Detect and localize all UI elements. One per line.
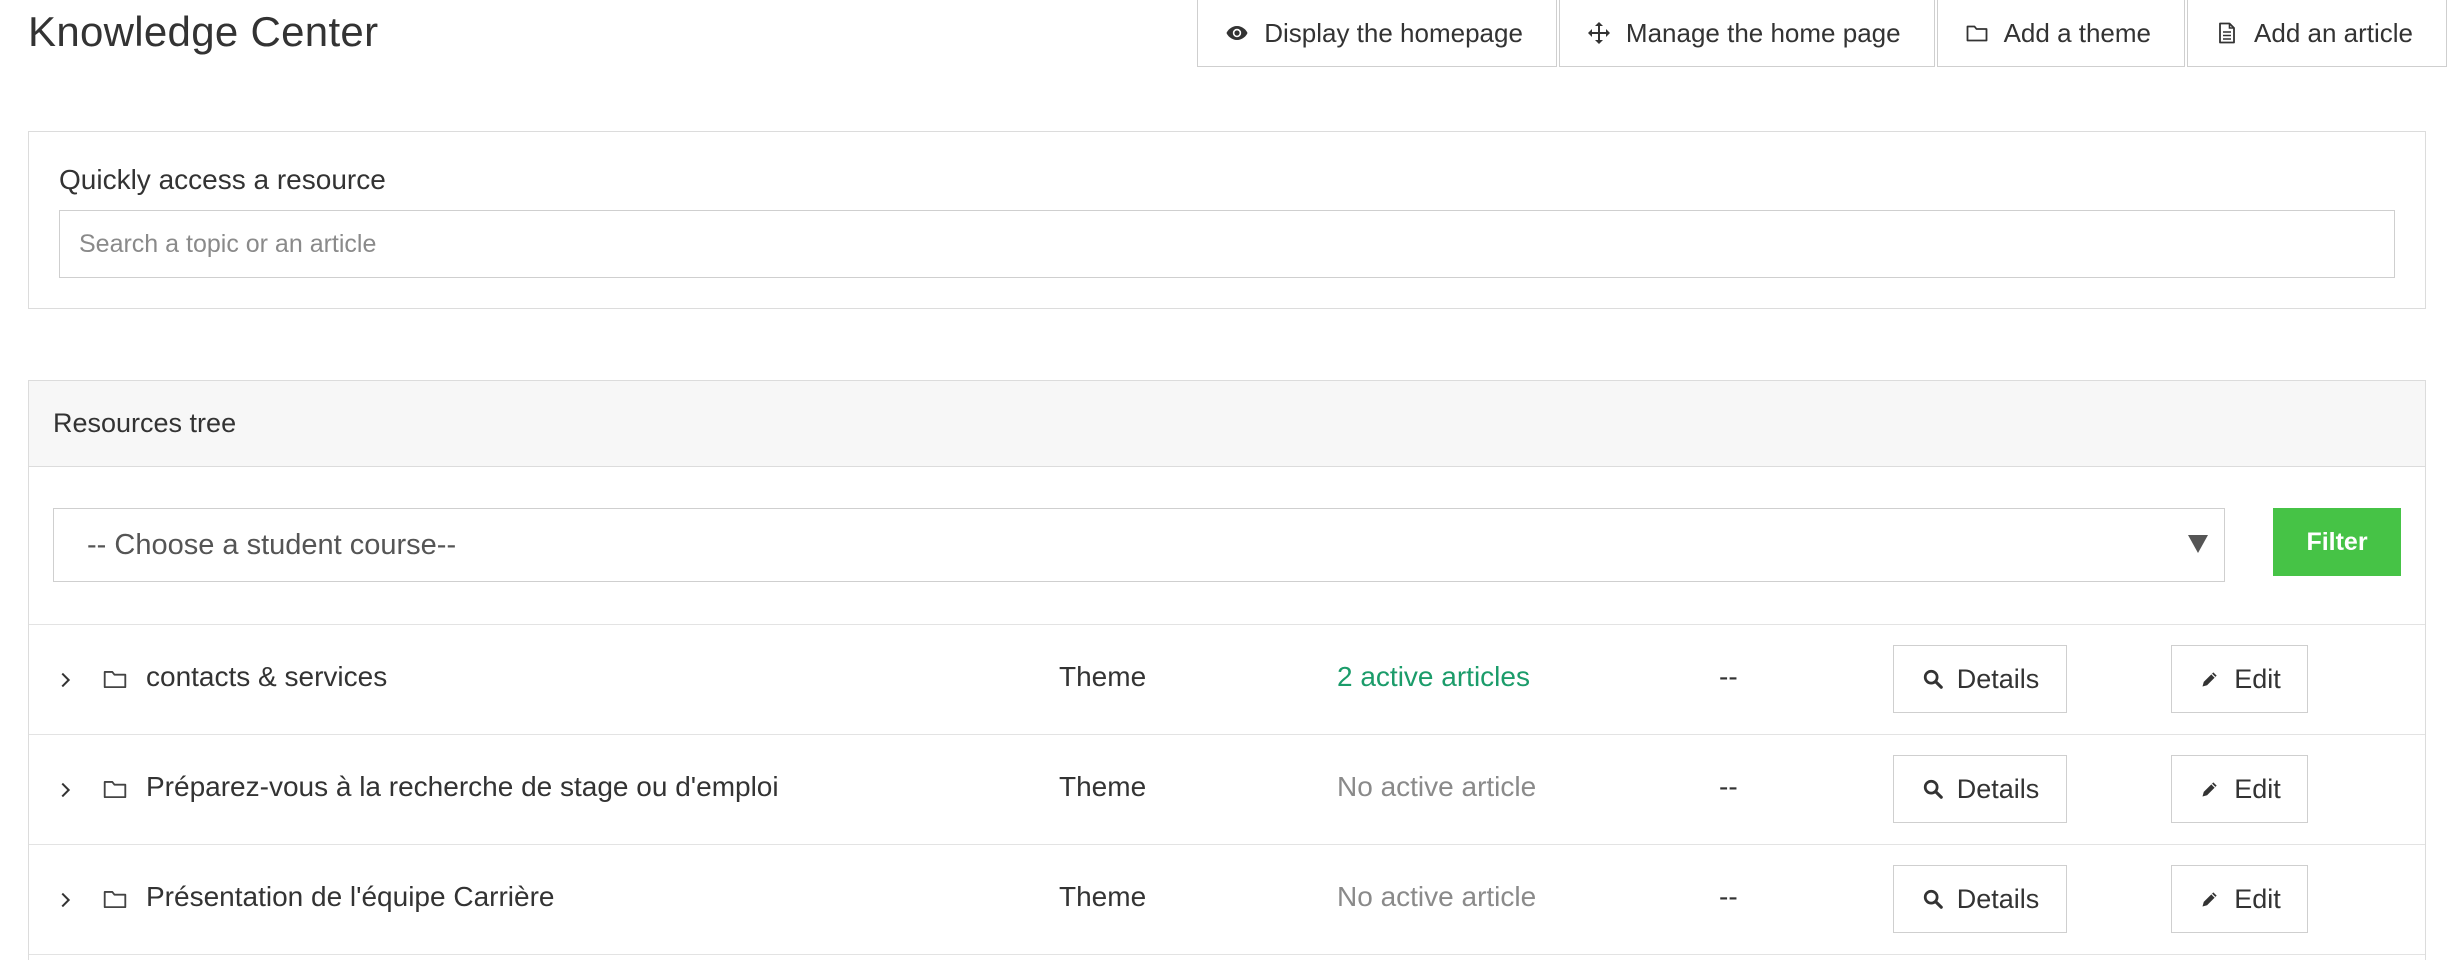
eye-icon [1224, 20, 1250, 46]
details-button[interactable]: Details [1893, 755, 2067, 823]
extra-value: -- [1719, 661, 1738, 692]
expand-chevron-icon[interactable] [50, 775, 80, 805]
add-theme-button[interactable]: Add a theme [1936, 0, 2186, 67]
filter-row: -- Choose a student course-- Filter [29, 467, 2425, 625]
search-icon [1921, 667, 1945, 691]
pencil-icon [2198, 777, 2222, 801]
search-icon [1921, 777, 1945, 801]
extra-value: -- [1719, 771, 1738, 802]
pencil-icon [2198, 667, 2222, 691]
header-toolbar: Display the homepage Manage the home pag… [1195, 0, 2447, 67]
folder-icon [1964, 20, 1990, 46]
search-icon [1921, 887, 1945, 911]
active-articles-count: No active article [1337, 881, 1537, 912]
document-icon [2214, 20, 2240, 46]
folder-icon [99, 663, 131, 695]
edit-button[interactable]: Edit [2171, 865, 2308, 933]
tree-row: contacts & services Theme 2 active artic… [29, 625, 2425, 735]
expand-chevron-icon[interactable] [50, 885, 80, 915]
folder-icon [99, 883, 131, 915]
manage-homepage-button[interactable]: Manage the home page [1558, 0, 1935, 67]
details-button[interactable]: Details [1893, 865, 2067, 933]
page-title: Knowledge Center [28, 8, 379, 55]
add-article-button[interactable]: Add an article [2187, 0, 2447, 67]
resource-type: Theme [1059, 881, 1147, 912]
course-select-value: -- Choose a student course-- [87, 528, 457, 561]
theme-name: Préparez-vous à la recherche de stage ou… [146, 771, 779, 802]
course-select[interactable]: -- Choose a student course-- [53, 508, 2225, 582]
active-articles-count: 2 active articles [1337, 661, 1530, 692]
resource-type: Theme [1059, 771, 1147, 802]
tree-row: Préparez-vous à la recherche de stage ou… [29, 735, 2425, 845]
details-label: Details [1956, 773, 2040, 804]
theme-name: contacts & services [146, 661, 388, 692]
folder-icon [99, 773, 131, 805]
display-homepage-button[interactable]: Display the homepage [1197, 0, 1557, 67]
search-input[interactable] [59, 210, 2395, 278]
details-button[interactable]: Details [1893, 645, 2067, 713]
add-article-label: Add an article [2254, 17, 2413, 48]
edit-label: Edit [2234, 883, 2281, 914]
tree-row: Présentation de l'équipe Carrière Theme … [29, 845, 2425, 955]
move-arrows-icon [1586, 20, 1612, 46]
extra-value: -- [1719, 881, 1738, 912]
details-label: Details [1956, 883, 2040, 914]
edit-label: Edit [2234, 773, 2281, 804]
theme-name: Présentation de l'équipe Carrière [146, 881, 555, 912]
resources-tree-header: Resources tree [29, 381, 2425, 467]
manage-homepage-label: Manage the home page [1625, 17, 1901, 48]
edit-button[interactable]: Edit [2171, 755, 2308, 823]
resources-tree-panel: Resources tree -- Choose a student cours… [28, 380, 2426, 960]
add-theme-label: Add a theme [2003, 17, 2152, 48]
expand-chevron-icon[interactable] [50, 665, 80, 695]
quick-access-panel: Quickly access a resource [28, 131, 2426, 309]
resource-type: Theme [1059, 661, 1147, 692]
display-homepage-label: Display the homepage [1264, 17, 1523, 48]
details-label: Details [1956, 663, 2040, 694]
dropdown-caret-icon [2188, 535, 2208, 553]
pencil-icon [2198, 887, 2222, 911]
quick-access-label: Quickly access a resource [59, 164, 386, 195]
edit-label: Edit [2234, 663, 2281, 694]
filter-button[interactable]: Filter [2273, 508, 2401, 576]
active-articles-count: No active article [1337, 771, 1537, 802]
edit-button[interactable]: Edit [2171, 645, 2308, 713]
